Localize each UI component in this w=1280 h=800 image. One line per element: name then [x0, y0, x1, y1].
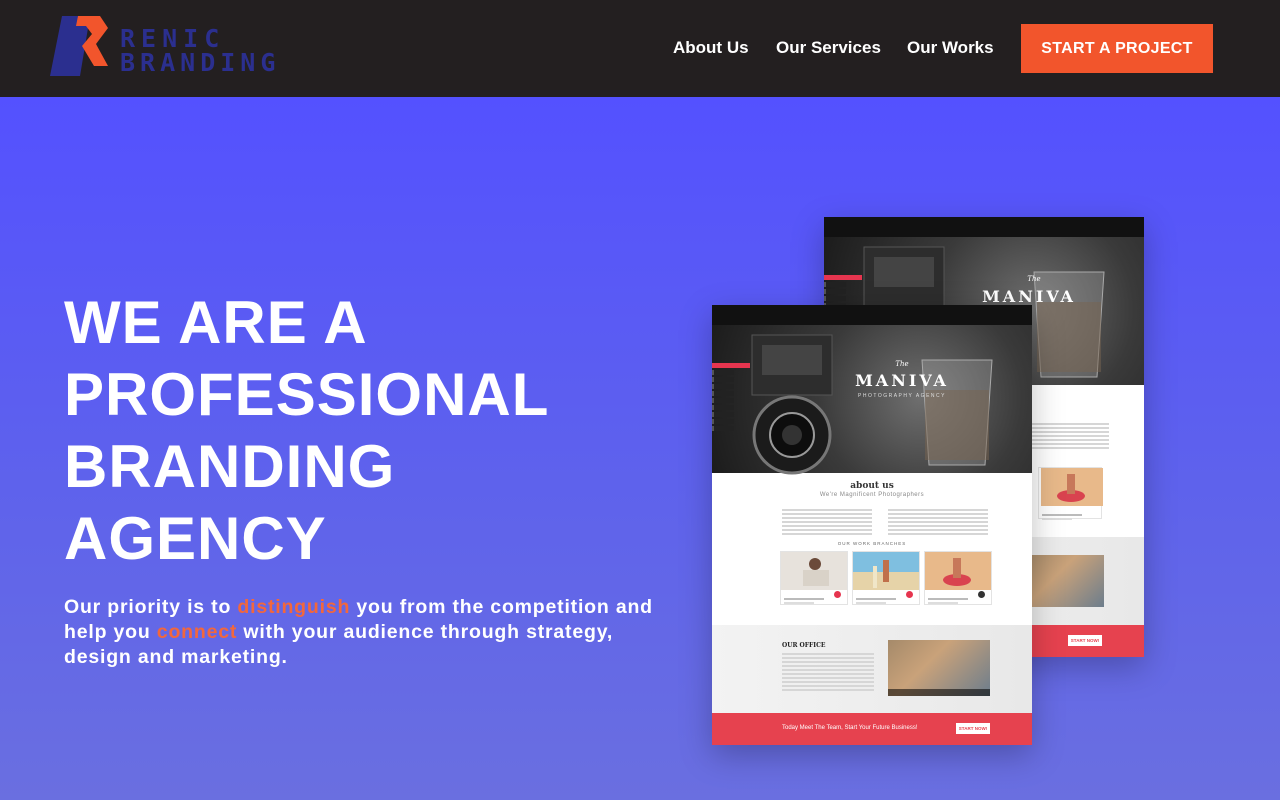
- nav-about-us[interactable]: About Us: [673, 38, 749, 58]
- hero-section: WE ARE A PROFESSIONAL BRANDING AGENCY Ou…: [0, 97, 1280, 800]
- mockup-start-button: START NOW!: [1068, 635, 1102, 646]
- mockup-about-subtitle: We're Magnificent Photographers: [819, 492, 925, 498]
- running-shoes-image: [1041, 468, 1103, 506]
- headline-line: WE ARE A: [64, 289, 368, 356]
- camera-icon: [751, 334, 833, 475]
- mockup-footer-text: Today Meet The Team, Start Your Future B…: [782, 725, 918, 731]
- beach-surfer-image: [853, 552, 919, 590]
- mockup-hero-image: The MANIVA PHOTOGRAPHY AGENCY: [712, 305, 1032, 475]
- website-mockup-front: The MANIVA PHOTOGRAPHY AGENCY about us W…: [712, 305, 1032, 745]
- mockup-video-thumbnail: [888, 640, 990, 696]
- mockup-card: [924, 551, 992, 605]
- mockup-card: [852, 551, 920, 605]
- mockup-office-title: OUR OFFICE: [782, 642, 826, 649]
- tagline-highlight-distinguish: distinguish: [237, 596, 351, 618]
- mockup-brand-small: The: [895, 360, 909, 368]
- coffee-cup-icon: [921, 359, 993, 466]
- video-controls-bar: [888, 689, 990, 696]
- mockup-start-button: START NOW!: [956, 723, 990, 734]
- site-header: RENIC BRANDING About Us Our Services Our…: [0, 0, 1280, 97]
- hero-tagline: Our priority is to distinguish you from …: [64, 595, 664, 670]
- headline-line: AGENCY: [64, 505, 327, 572]
- logo-mark-icon: [50, 16, 108, 76]
- mockup-office-section: OUR OFFICE: [712, 625, 1032, 713]
- mockup-brand: MANIVA: [855, 371, 949, 390]
- nav-our-works[interactable]: Our Works: [907, 38, 994, 58]
- mockup-footer: Today Meet The Team, Start Your Future B…: [712, 713, 1032, 745]
- nav-our-services[interactable]: Our Services: [776, 38, 881, 58]
- mockup-card: [780, 551, 848, 605]
- running-shoes-image: [925, 552, 991, 590]
- mockup-brand-subtitle: PHOTOGRAPHY AGENCY: [858, 393, 946, 399]
- hero-headline: WE ARE A PROFESSIONAL BRANDING AGENCY: [64, 287, 624, 575]
- logo-text-branding: BRANDING: [120, 48, 281, 77]
- mockup-card: [1038, 467, 1103, 520]
- logo[interactable]: RENIC BRANDING: [50, 14, 300, 78]
- start-project-button[interactable]: START A PROJECT: [1021, 24, 1213, 73]
- mockup-about-title: about us: [850, 481, 894, 491]
- mockup-brand-small: The: [1027, 275, 1041, 283]
- tagline-text: Our priority is to: [64, 596, 238, 618]
- mockup-brand: MANIVA: [982, 287, 1076, 306]
- tagline-highlight-connect: connect: [156, 621, 238, 643]
- mockup-branches-title: OUR WORK BRANCHES: [837, 541, 907, 546]
- headline-line: PROFESSIONAL: [64, 361, 550, 428]
- person-with-dog-image: [781, 552, 847, 590]
- headline-line: BRANDING: [64, 433, 396, 500]
